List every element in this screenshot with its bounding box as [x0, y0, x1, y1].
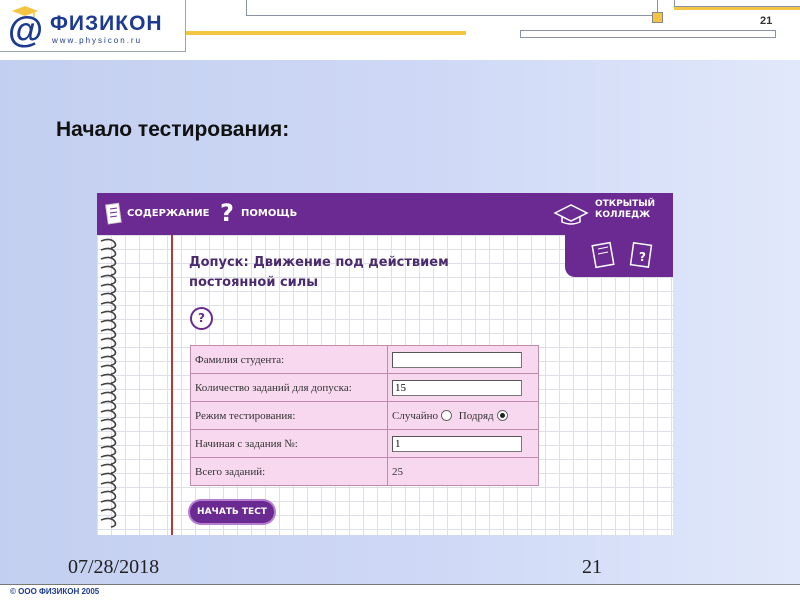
- header-gold-strip: [674, 7, 800, 10]
- form-row-student: Фамилия студента:: [190, 345, 539, 374]
- mode-sequential-label: Подряд: [458, 409, 494, 422]
- mode-label: Режим тестирования:: [190, 401, 388, 430]
- mode-random-label: Случайно: [392, 409, 439, 422]
- start-task-label: Начиная с задания №:: [190, 429, 388, 458]
- logo-at-symbol: @: [8, 9, 44, 50]
- tasks-count-input[interactable]: [392, 379, 522, 396]
- svg-text:?: ?: [639, 250, 646, 264]
- college-brand-line2: КОЛЛЕДЖ: [595, 210, 651, 220]
- side-tab: ?: [565, 235, 673, 277]
- header-divider: [185, 0, 186, 51]
- college-brand-line1: ОТКРЫТЫЙ: [595, 199, 656, 209]
- copyright-text: © ООО ФИЗИКОН 2005: [10, 587, 100, 596]
- header-marker: [652, 12, 663, 23]
- header-tab-top: [246, 0, 658, 16]
- mode-sequential-radio[interactable]: [496, 410, 508, 422]
- start-test-button[interactable]: НАЧАТЬ ТЕСТ: [190, 501, 274, 523]
- form-row-mode: Режим тестирования: Случайно Подряд: [190, 401, 539, 430]
- slide: @ ФИЗИКОН www.physicon.ru 21 Начало тест…: [0, 0, 800, 600]
- tasks-label: Количество заданий для допуска:: [190, 373, 388, 402]
- mode-random-radio[interactable]: [441, 410, 453, 422]
- header-slide-number: 21: [760, 15, 773, 27]
- test-heading: Допуск: Движение под действием постоянно…: [189, 253, 519, 293]
- footer-band: [0, 585, 800, 600]
- physicon-logo: @ ФИЗИКОН www.physicon.ru: [8, 6, 188, 52]
- slide-date: 07/28/2018: [68, 556, 160, 578]
- mode-cell: Случайно Подряд: [387, 401, 539, 430]
- start-task-cell: [387, 429, 539, 458]
- college-brand[interactable]: ОТКРЫТЫЙ КОЛЛЕДЖ: [595, 199, 655, 221]
- total-label: Всего заданий:: [190, 457, 388, 486]
- contents-button[interactable]: СОДЕРЖАНИЕ: [127, 204, 209, 224]
- help-button[interactable]: ПОМОЩЬ: [241, 204, 297, 224]
- slide-title: Начало тестирования:: [56, 118, 290, 141]
- question-sheet-icon[interactable]: ?: [629, 241, 655, 269]
- spiral-binding: [100, 238, 117, 528]
- header-rule: [0, 51, 186, 52]
- form-row-total: Всего заданий: 25: [190, 457, 539, 486]
- app-toolbar: СОДЕРЖАНИЕ ? ПОМОЩЬ ОТКРЫТЫЙ КОЛЛЕДЖ: [97, 193, 673, 235]
- help-circle-icon[interactable]: ?: [190, 307, 213, 330]
- header-gold-strip-2: [186, 31, 466, 35]
- notebook-page: ? Допуск: Движение под действием постоян…: [97, 235, 673, 535]
- form-row-start: Начиная с задания №:: [190, 429, 539, 458]
- student-label: Фамилия студента:: [190, 345, 388, 374]
- student-cell: [387, 345, 539, 374]
- header-tab-bottom: [520, 30, 776, 38]
- student-name-input[interactable]: [392, 351, 522, 368]
- college-cap-icon: [553, 204, 589, 225]
- slide-page-number: 21: [582, 556, 602, 578]
- total-value: 25: [387, 457, 539, 486]
- test-settings-form: Фамилия студента: Количество заданий для…: [190, 345, 539, 486]
- test-heading-line1: Допуск: Движение под действием: [189, 255, 449, 270]
- test-heading-line2: постоянной силы: [189, 275, 319, 290]
- help-question-icon: ?: [220, 199, 234, 227]
- margin-line: [171, 235, 173, 535]
- logo-url: www.physicon.ru: [52, 36, 143, 45]
- header-tab-right: [674, 0, 800, 7]
- contents-book-icon: [105, 202, 122, 225]
- start-task-input[interactable]: [392, 435, 522, 452]
- tasks-cell: [387, 373, 539, 402]
- logo-brand: ФИЗИКОН: [50, 12, 163, 35]
- notebook-icon[interactable]: [591, 241, 617, 269]
- test-app-window: СОДЕРЖАНИЕ ? ПОМОЩЬ ОТКРЫТЫЙ КОЛЛЕДЖ ? Д…: [97, 193, 673, 535]
- form-row-tasks: Количество заданий для допуска:: [190, 373, 539, 402]
